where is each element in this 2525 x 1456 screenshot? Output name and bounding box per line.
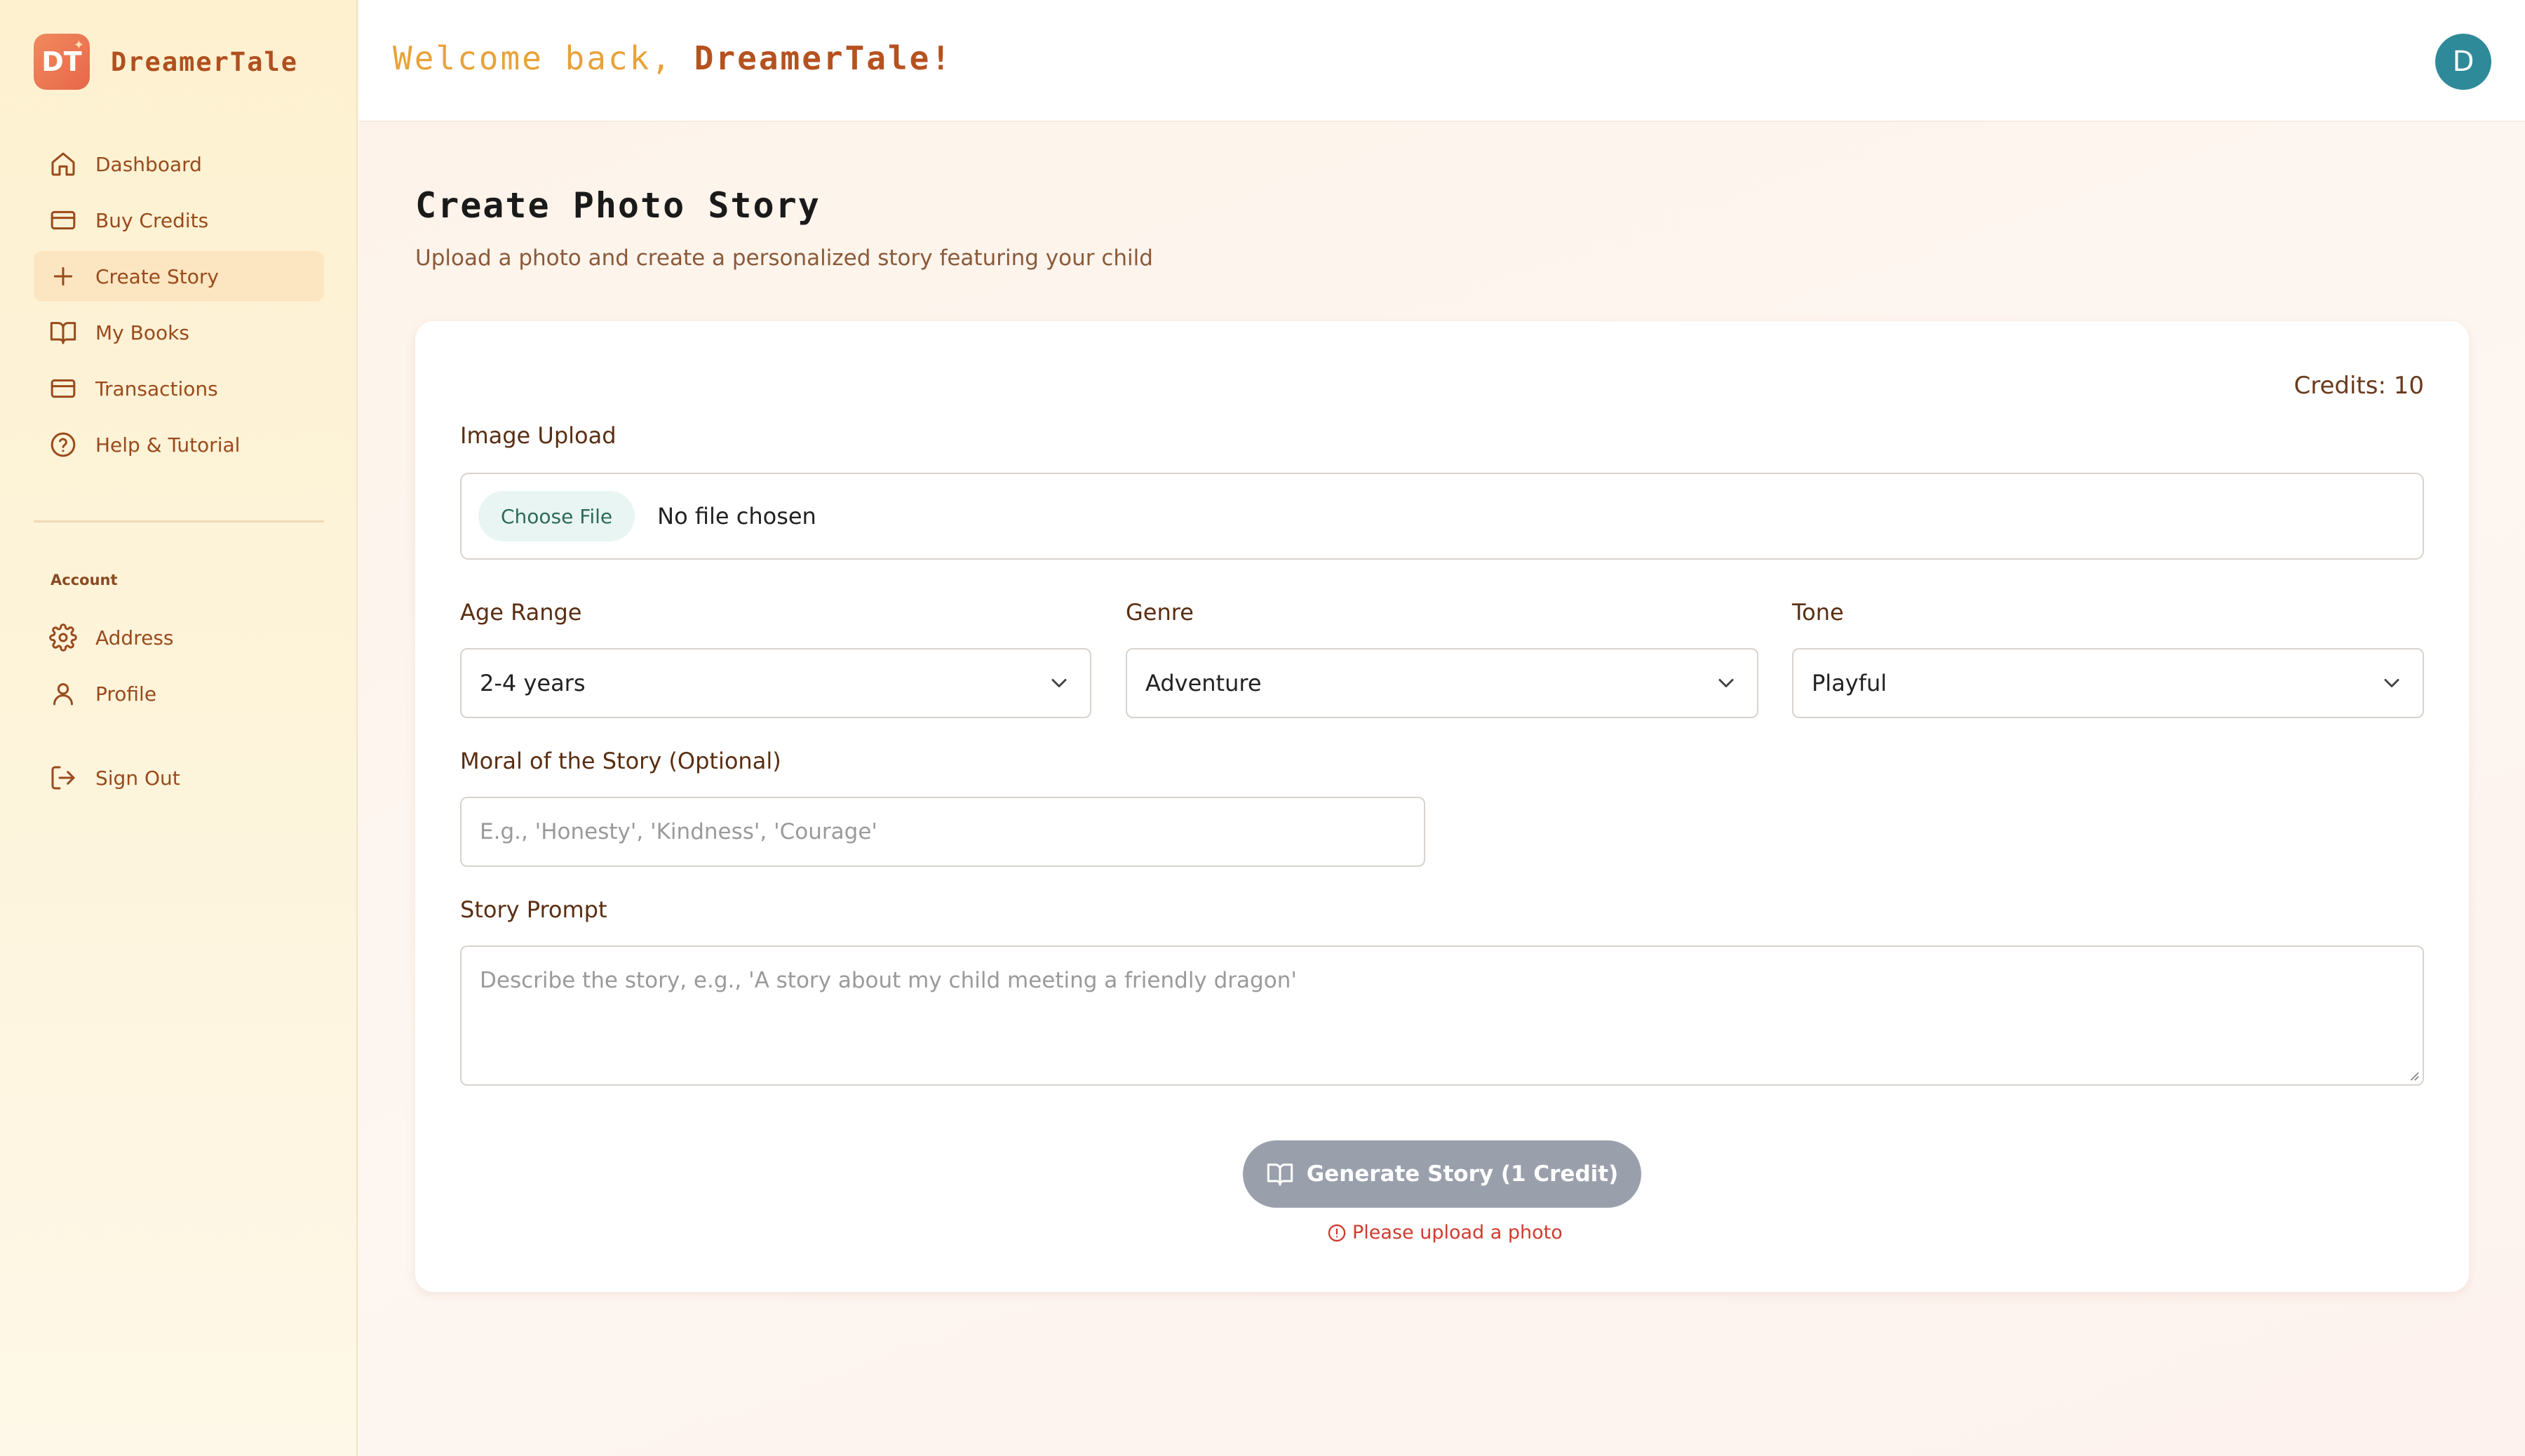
story-prompt-textarea[interactable]: Describe the story, e.g., 'A story about… bbox=[460, 945, 2424, 1086]
choose-file-button[interactable]: Choose File bbox=[478, 491, 635, 541]
brand-logo: DT ✦ bbox=[34, 34, 90, 90]
story-prompt-label: Story Prompt bbox=[460, 896, 607, 923]
sidebar-item-dashboard[interactable]: Dashboard bbox=[34, 139, 324, 189]
credits-balance: Credits: 10 bbox=[2294, 372, 2425, 400]
top-header: Welcome back, DreamerTale! D bbox=[359, 0, 2525, 122]
sidebar-item-create-story[interactable]: Create Story bbox=[34, 251, 324, 302]
generate-story-label: Generate Story (1 Credit) bbox=[1306, 1161, 1619, 1187]
credit-card-icon bbox=[50, 379, 76, 398]
avatar[interactable]: D bbox=[2435, 34, 2491, 90]
tone-label: Tone bbox=[1792, 599, 1844, 626]
sidebar-item-help[interactable]: Help & Tutorial bbox=[34, 419, 324, 470]
sign-out-button[interactable]: Sign Out bbox=[34, 753, 324, 803]
sidebar: DT ✦ DreamerTale Dashboard Buy Credits C… bbox=[0, 0, 358, 1456]
upload-error-message: Please upload a photo bbox=[1327, 1222, 1563, 1243]
plus-icon bbox=[53, 267, 73, 286]
tone-value: Playful bbox=[1812, 670, 1887, 696]
sign-out-label: Sign Out bbox=[95, 766, 180, 790]
tone-select[interactable]: Playful bbox=[1792, 648, 2424, 718]
brand[interactable]: DT ✦ DreamerTale bbox=[34, 34, 298, 90]
genre-label: Genre bbox=[1126, 599, 1194, 626]
sidebar-item-label: Address bbox=[95, 626, 174, 649]
user-icon bbox=[53, 683, 73, 706]
image-upload-field[interactable]: Choose File No file chosen bbox=[460, 473, 2424, 560]
welcome-message: Welcome back, DreamerTale! bbox=[393, 39, 952, 77]
genre-value: Adventure bbox=[1145, 670, 1262, 696]
moral-label: Moral of the Story (Optional) bbox=[460, 748, 781, 774]
age-range-select[interactable]: 2-4 years bbox=[460, 648, 1091, 718]
page-subtitle: Upload a photo and create a personalized… bbox=[415, 245, 1153, 271]
main-nav: Dashboard Buy Credits Create Story My Bo… bbox=[34, 139, 324, 476]
gear-icon bbox=[49, 623, 77, 652]
moral-placeholder: E.g., 'Honesty', 'Kindness', 'Courage' bbox=[480, 819, 877, 844]
sidebar-item-my-books[interactable]: My Books bbox=[34, 307, 324, 358]
sparkle-icon: ✦ bbox=[73, 38, 84, 53]
brand-name: DreamerTale bbox=[111, 46, 299, 77]
credit-card-icon bbox=[50, 210, 76, 230]
chevron-down-icon bbox=[2384, 679, 2399, 687]
account-section-label: Account bbox=[50, 572, 118, 588]
chevron-down-icon bbox=[1718, 679, 1734, 687]
story-form-card: Credits: 10 Image Upload Choose File No … bbox=[415, 321, 2469, 1292]
sidebar-divider bbox=[34, 520, 324, 523]
moral-input[interactable]: E.g., 'Honesty', 'Kindness', 'Courage' bbox=[460, 797, 1425, 867]
sidebar-item-transactions[interactable]: Transactions bbox=[34, 363, 324, 414]
sidebar-item-label: Profile bbox=[95, 682, 157, 706]
sign-out-nav: Sign Out bbox=[34, 753, 324, 809]
resize-handle-icon[interactable] bbox=[2407, 1069, 2420, 1081]
story-prompt-placeholder: Describe the story, e.g., 'A story about… bbox=[480, 968, 1297, 993]
sidebar-item-label: Create Story bbox=[95, 264, 219, 288]
sidebar-item-address[interactable]: Address bbox=[34, 612, 324, 663]
book-open-icon bbox=[1267, 1164, 1293, 1186]
file-status-text: No file chosen bbox=[657, 503, 816, 530]
home-icon bbox=[51, 152, 75, 176]
book-open-icon bbox=[50, 322, 76, 344]
genre-select[interactable]: Adventure bbox=[1126, 648, 1758, 718]
age-range-label: Age Range bbox=[460, 599, 582, 626]
sidebar-item-profile[interactable]: Profile bbox=[34, 668, 324, 719]
account-nav: Address Profile bbox=[34, 612, 324, 724]
age-range-value: 2-4 years bbox=[480, 670, 586, 696]
chevron-down-icon bbox=[1051, 679, 1067, 687]
main-content: Create Photo Story Upload a photo and cr… bbox=[359, 122, 2525, 1456]
generate-story-button[interactable]: Generate Story (1 Credit) bbox=[1243, 1140, 1641, 1208]
sidebar-item-label: Transactions bbox=[95, 377, 218, 400]
sidebar-item-label: My Books bbox=[95, 321, 189, 344]
log-out-icon bbox=[51, 766, 75, 790]
sidebar-item-label: Dashboard bbox=[95, 152, 202, 176]
welcome-username: DreamerTale! bbox=[694, 39, 953, 77]
sidebar-item-label: Help & Tutorial bbox=[95, 433, 241, 457]
help-circle-icon bbox=[50, 432, 76, 457]
alert-circle-icon bbox=[1328, 1224, 1346, 1241]
page-title: Create Photo Story bbox=[415, 185, 821, 226]
welcome-prefix: Welcome back, bbox=[393, 39, 673, 77]
image-upload-label: Image Upload bbox=[460, 422, 617, 449]
sidebar-item-label: Buy Credits bbox=[95, 208, 209, 232]
upload-error-text: Please upload a photo bbox=[1352, 1222, 1563, 1243]
sidebar-item-buy-credits[interactable]: Buy Credits bbox=[34, 195, 324, 245]
